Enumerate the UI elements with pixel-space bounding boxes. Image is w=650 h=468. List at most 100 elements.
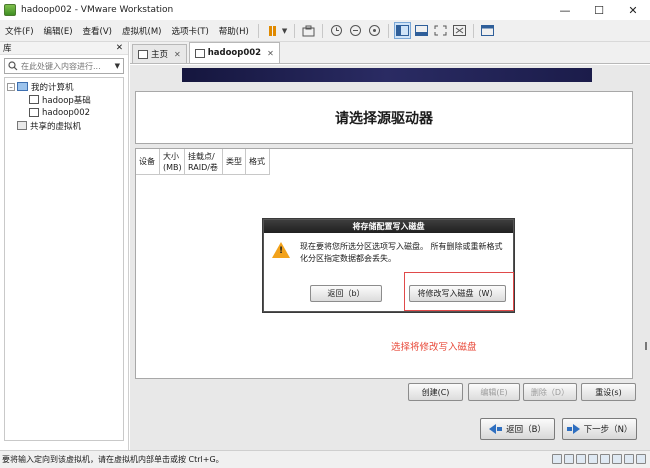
tree-item-label: hadoop基础 — [42, 95, 91, 106]
window-controls: — ☐ ✕ — [548, 0, 650, 20]
arrow-left-icon — [497, 427, 503, 431]
column-type[interactable]: 类型 — [223, 149, 246, 174]
delete-button[interactable]: 删除（D） — [523, 383, 577, 401]
network-icon[interactable] — [576, 454, 586, 464]
tab-close-icon[interactable]: ✕ — [267, 49, 274, 58]
library-search[interactable]: ▼ — [4, 58, 124, 74]
back-button-label: 返回（B） — [506, 425, 546, 435]
arrow-right-icon — [572, 424, 580, 434]
tree-item-label: 共享的虚拟机 — [30, 121, 82, 132]
menu-file[interactable]: 文件(F) — [0, 25, 39, 37]
back-button[interactable]: 返回（B） — [480, 418, 555, 440]
status-bar: 要将输入定向到该虚拟机，请在虚拟机内部单击或按 Ctrl+G。 — [0, 450, 650, 468]
computer-icon — [17, 82, 28, 91]
tab-bar: 主页 ✕ hadoop002 ✕ — [130, 42, 650, 64]
window-title: hadoop002 - VMware Workstation — [21, 5, 174, 15]
toolbar-separator — [257, 23, 259, 38]
display-icon[interactable] — [624, 454, 634, 464]
vm-icon — [194, 48, 205, 58]
dialog-back-button[interactable]: 返回（b） — [310, 285, 382, 302]
shared-vm-icon — [17, 121, 27, 130]
library-title: 库 — [3, 44, 12, 54]
minimize-button[interactable]: — — [548, 0, 582, 20]
annotation-text: 选择将修改写入磁盘 — [391, 342, 477, 353]
close-button[interactable]: ✕ — [616, 0, 650, 20]
tree-item-label: hadoop002 — [42, 107, 91, 118]
scroll-indicator — [645, 342, 647, 350]
power-dropdown-icon[interactable]: ▼ — [282, 27, 290, 35]
tree-item-shared-vms[interactable]: 共享的虚拟机 — [5, 119, 123, 132]
tab-label: hadoop002 — [207, 48, 262, 58]
usb-icon[interactable] — [588, 454, 598, 464]
create-button[interactable]: 创建(C) — [408, 383, 463, 401]
menu-tabs[interactable]: 选项卡(T) — [166, 25, 213, 37]
library-header: 库 ✕ — [0, 42, 128, 55]
toolbar-separator — [387, 23, 389, 38]
search-dropdown-icon[interactable]: ▼ — [115, 62, 120, 70]
cd-rom-icon[interactable] — [564, 454, 574, 464]
pause-icon[interactable] — [264, 22, 281, 39]
snapshot-icon[interactable] — [328, 22, 345, 39]
tab-home[interactable]: 主页 ✕ — [132, 44, 187, 63]
status-text: 要将输入定向到该虚拟机，请在虚拟机内部单击或按 Ctrl+G。 — [2, 455, 224, 464]
send-keys-icon[interactable] — [300, 22, 317, 39]
tab-close-icon[interactable]: ✕ — [174, 50, 181, 59]
menubar: 文件(F) 编辑(E) 查看(V) 虚拟机(M) 选项卡(T) 帮助(H) ▼ — [0, 20, 650, 42]
message-icon[interactable] — [636, 454, 646, 464]
warning-mark: ! — [278, 246, 284, 256]
menu-view[interactable]: 查看(V) — [78, 25, 117, 37]
partition-table-header: 设备 大小 (MB) 挂载点/ RAID/卷 类型 格式 — [136, 149, 270, 175]
installer-banner — [182, 68, 592, 82]
menu-edit[interactable]: 编辑(E) — [39, 25, 78, 37]
maximize-button[interactable]: ☐ — [582, 0, 616, 20]
collapse-icon[interactable]: – — [7, 82, 15, 91]
hard-disk-icon[interactable] — [552, 454, 562, 464]
menu-help[interactable]: 帮助(H) — [214, 25, 254, 37]
library-close-icon[interactable]: ✕ — [116, 43, 123, 53]
sound-icon[interactable] — [600, 454, 610, 464]
edit-button[interactable]: 编辑(E) — [468, 383, 520, 401]
snapshot-manager-icon[interactable] — [366, 22, 383, 39]
dialog-message: 现在要将您所选分区选项写入磁盘。 所有删除或重新格式化分区指定数据都会丢失。 — [300, 242, 503, 263]
dialog-title: 将存储配置写入磁盘 — [264, 220, 513, 233]
window-titlebar: hadoop002 - VMware Workstation — ☐ ✕ — [0, 0, 650, 20]
column-mount[interactable]: 挂载点/ RAID/卷 — [185, 149, 223, 174]
next-button-label: 下一步（N） — [583, 425, 633, 435]
reset-button[interactable]: 重设(s) — [581, 383, 636, 401]
home-icon — [138, 49, 148, 59]
console-view-icon[interactable] — [479, 22, 496, 39]
tree-item-label: 我的计算机 — [31, 82, 74, 93]
vmware-app-icon — [4, 4, 16, 16]
unity-mode-icon[interactable] — [451, 22, 468, 39]
installer-title: 请选择源驱动器 — [335, 110, 433, 127]
tab-hadoop002[interactable]: hadoop002 ✕ — [188, 42, 280, 63]
search-icon — [8, 61, 18, 71]
library-search-input[interactable] — [21, 61, 115, 71]
column-format[interactable]: 格式 — [246, 149, 270, 174]
toolbar-separator — [321, 23, 323, 38]
menu-vm[interactable]: 虚拟机(M) — [117, 25, 166, 37]
tab-label: 主页 — [151, 50, 169, 60]
full-screen-icon[interactable] — [432, 22, 449, 39]
vm-icon — [29, 108, 39, 117]
column-device[interactable]: 设备 — [136, 149, 160, 174]
revert-snapshot-icon[interactable] — [347, 22, 364, 39]
thumbnail-bar-icon[interactable] — [413, 22, 430, 39]
tree-item-hadoop-base[interactable]: hadoop基础 — [5, 93, 123, 106]
installer-header: 请选择源驱动器 — [135, 91, 633, 144]
next-button[interactable]: 下一步（N） — [562, 418, 637, 440]
show-library-icon[interactable] — [393, 22, 411, 39]
arrow-right-icon — [566, 427, 572, 431]
toolbar-separator — [293, 23, 295, 38]
device-status-icons — [550, 454, 646, 464]
arrow-left-icon — [489, 424, 497, 434]
highlight-box — [404, 272, 514, 311]
tree-item-my-computer[interactable]: – 我的计算机 — [5, 80, 123, 93]
vm-icon — [29, 95, 39, 104]
column-size[interactable]: 大小 (MB) — [160, 149, 185, 174]
vm-console[interactable]: 请选择源驱动器 设备 大小 (MB) 挂载点/ RAID/卷 类型 格式 将存储… — [130, 65, 650, 450]
printer-icon[interactable] — [612, 454, 622, 464]
library-panel: 库 ✕ ▼ – 我的计算机 hadoop基础 hadoop002 共享的虚拟机 — [0, 42, 129, 450]
library-tree: – 我的计算机 hadoop基础 hadoop002 共享的虚拟机 — [4, 77, 124, 441]
tree-item-hadoop002[interactable]: hadoop002 — [5, 106, 123, 119]
